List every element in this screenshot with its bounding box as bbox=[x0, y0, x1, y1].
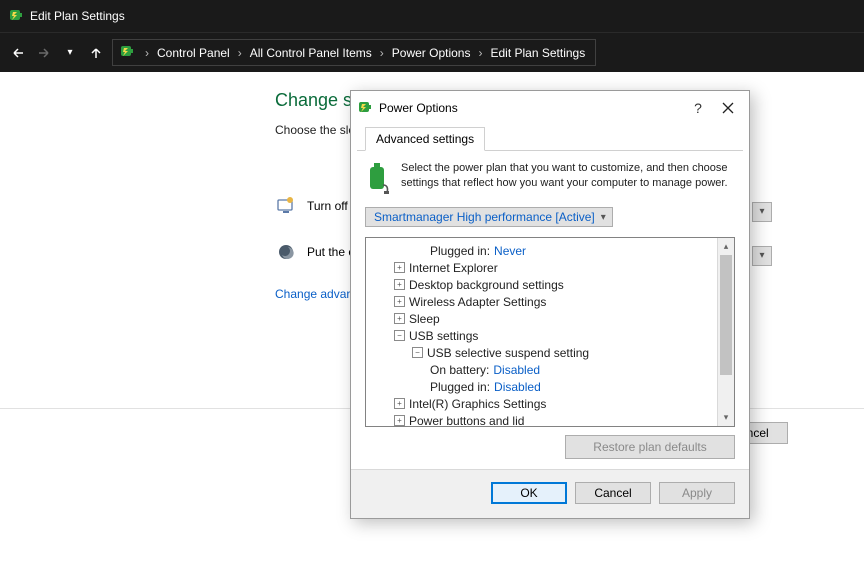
tree-item-ie[interactable]: +Internet Explorer bbox=[372, 259, 717, 276]
power-plan-dropdown[interactable]: Smartmanager High performance [Active] ▾ bbox=[365, 207, 613, 227]
expand-icon[interactable]: + bbox=[394, 313, 405, 324]
battery-plug-icon bbox=[365, 161, 391, 195]
close-button[interactable] bbox=[713, 97, 743, 119]
tree-item-intel-graphics[interactable]: +Intel(R) Graphics Settings bbox=[372, 395, 717, 412]
address-bar[interactable]: › Control Panel › All Control Panel Item… bbox=[112, 39, 596, 66]
nav-toolbar: ▾ › Control Panel › All Control Panel It… bbox=[0, 32, 864, 72]
expand-icon[interactable]: + bbox=[394, 296, 405, 307]
tree-item-sleep[interactable]: +Sleep bbox=[372, 310, 717, 327]
breadcrumb-item[interactable]: All Control Panel Items bbox=[250, 46, 372, 60]
nav-up-button[interactable] bbox=[86, 43, 106, 63]
chevron-right-icon: › bbox=[145, 46, 149, 60]
restore-defaults-button[interactable]: Restore plan defaults bbox=[565, 435, 735, 459]
breadcrumb-item[interactable]: Edit Plan Settings bbox=[490, 46, 585, 60]
nav-forward-button[interactable] bbox=[34, 43, 54, 63]
tab-strip: Advanced settings bbox=[357, 125, 743, 151]
collapse-icon[interactable]: − bbox=[394, 330, 405, 341]
expand-icon[interactable]: + bbox=[394, 262, 405, 273]
expand-icon[interactable]: + bbox=[394, 279, 405, 290]
background-dropdown[interactable] bbox=[752, 246, 772, 266]
power-plan-selected: Smartmanager High performance [Active] bbox=[374, 210, 595, 224]
tree-item-power-buttons[interactable]: +Power buttons and lid bbox=[372, 412, 717, 426]
cancel-button[interactable]: Cancel bbox=[575, 482, 651, 504]
settings-tree: Plugged in:Never +Internet Explorer +Des… bbox=[365, 237, 735, 427]
dialog-icon bbox=[357, 99, 373, 118]
scroll-up-icon[interactable]: ▴ bbox=[718, 238, 734, 255]
address-icon bbox=[119, 43, 135, 62]
help-button[interactable]: ? bbox=[683, 97, 713, 119]
dialog-actions: OK Cancel Apply bbox=[351, 469, 749, 518]
ok-button[interactable]: OK bbox=[491, 482, 567, 504]
expand-icon[interactable]: + bbox=[394, 398, 405, 409]
tree-item-on-battery[interactable]: On battery:Disabled bbox=[372, 361, 717, 378]
tree-item-plugged-in[interactable]: Plugged in:Never bbox=[372, 242, 717, 259]
chevron-right-icon: › bbox=[478, 46, 482, 60]
chevron-down-icon: ▾ bbox=[601, 212, 606, 223]
chevron-right-icon: › bbox=[380, 46, 384, 60]
breadcrumb-item[interactable]: Power Options bbox=[392, 46, 471, 60]
window-title: Edit Plan Settings bbox=[30, 9, 125, 23]
window-titlebar: Edit Plan Settings bbox=[0, 0, 864, 32]
dialog-info-text: Select the power plan that you want to c… bbox=[401, 161, 735, 195]
scroll-down-icon[interactable]: ▾ bbox=[718, 409, 734, 426]
breadcrumb-item[interactable]: Control Panel bbox=[157, 46, 230, 60]
scroll-thumb[interactable] bbox=[720, 255, 732, 375]
tree-item-desktop-bg[interactable]: +Desktop background settings bbox=[372, 276, 717, 293]
dialog-titlebar: Power Options ? bbox=[351, 91, 749, 125]
tree-item-usb[interactable]: −USB settings bbox=[372, 327, 717, 344]
chevron-right-icon: › bbox=[238, 46, 242, 60]
sleep-icon bbox=[275, 241, 297, 263]
tree-item-usb-suspend[interactable]: −USB selective suspend setting bbox=[372, 344, 717, 361]
tree-item-plugged-in-2[interactable]: Plugged in:Disabled bbox=[372, 378, 717, 395]
expand-icon[interactable]: + bbox=[394, 415, 405, 426]
tab-advanced-settings[interactable]: Advanced settings bbox=[365, 127, 485, 151]
tree-item-wireless[interactable]: +Wireless Adapter Settings bbox=[372, 293, 717, 310]
nav-back-button[interactable] bbox=[8, 43, 28, 63]
background-dropdown[interactable] bbox=[752, 202, 772, 222]
power-plan-icon bbox=[8, 7, 24, 26]
scrollbar-vertical[interactable]: ▴ ▾ bbox=[717, 238, 734, 426]
turn-off-display-label: Turn off t bbox=[307, 199, 354, 213]
dialog-title: Power Options bbox=[379, 101, 458, 115]
apply-button[interactable]: Apply bbox=[659, 482, 735, 504]
nav-recent-dropdown[interactable]: ▾ bbox=[60, 43, 80, 63]
display-icon bbox=[275, 195, 297, 217]
power-options-dialog: Power Options ? Advanced settings Select… bbox=[350, 90, 750, 519]
collapse-icon[interactable]: − bbox=[412, 347, 423, 358]
